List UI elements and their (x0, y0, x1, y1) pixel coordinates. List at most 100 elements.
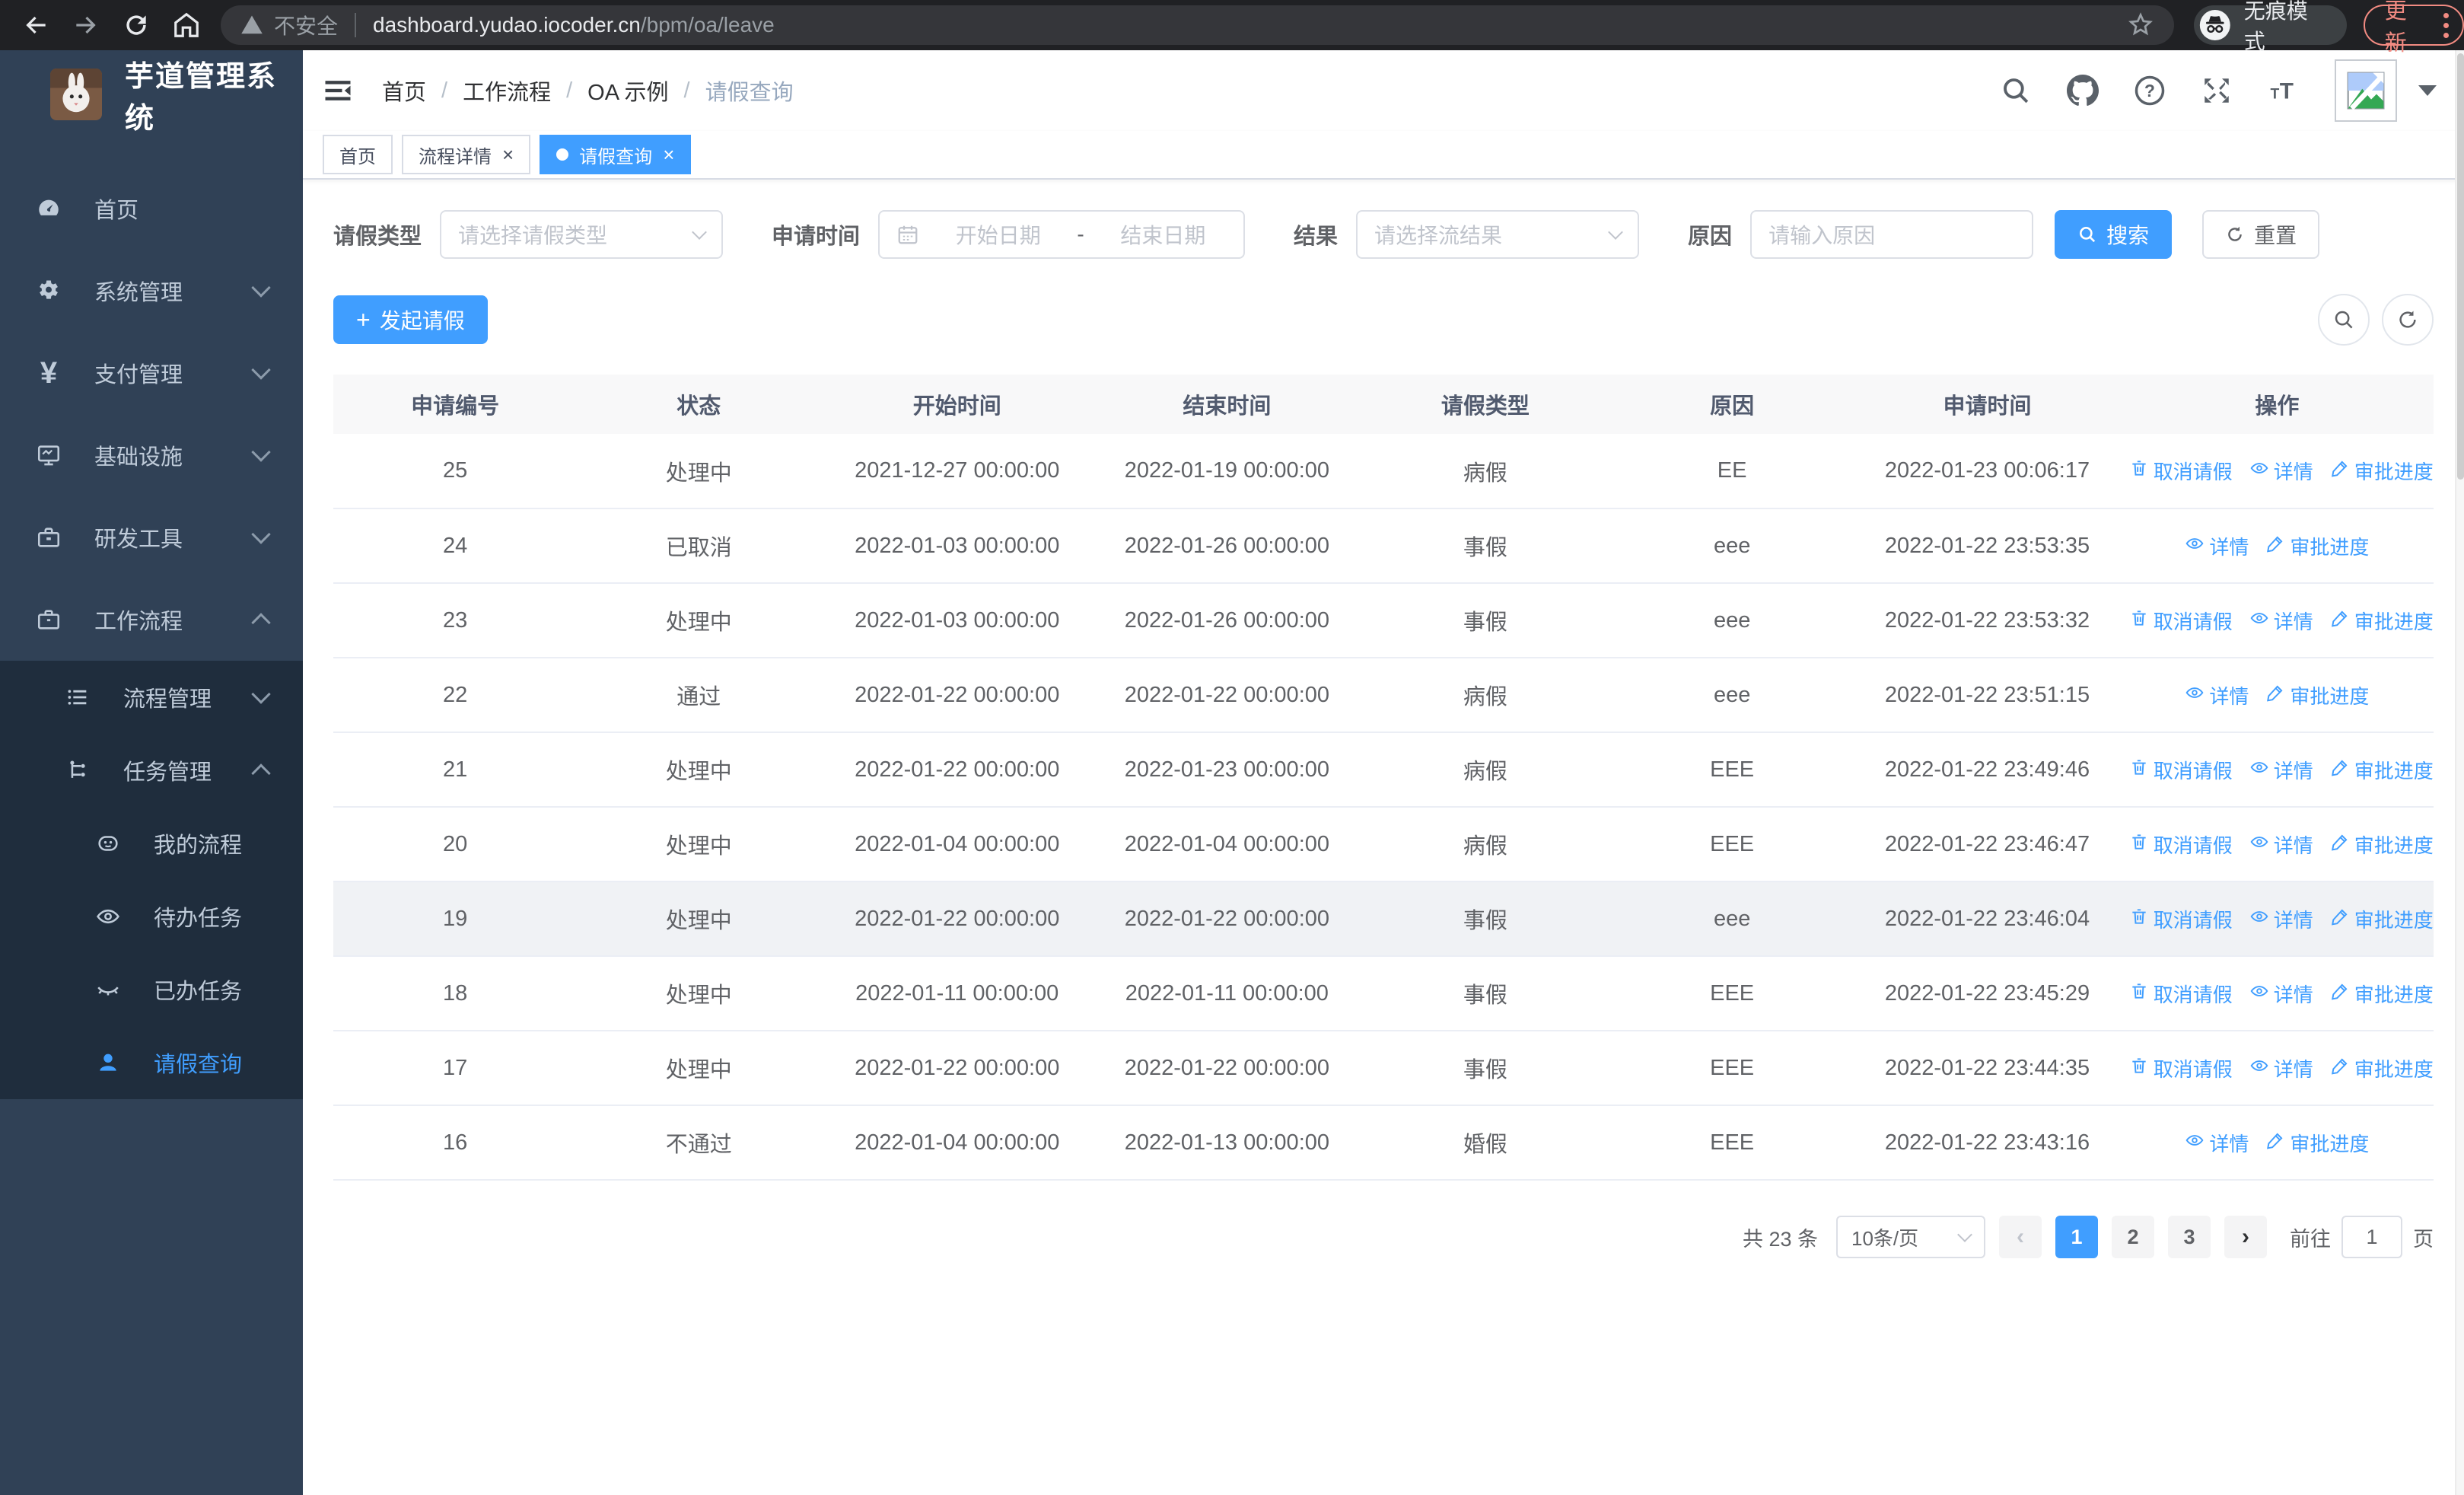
progress-action-link[interactable]: 审批进度 (2330, 756, 2434, 784)
cancel-action-link[interactable]: 取消请假 (2129, 830, 2233, 859)
breadcrumb-item-home[interactable]: 首页 (382, 75, 426, 107)
toggle-search-button[interactable] (2318, 294, 2370, 346)
browser-update-button[interactable]: 更新 (2363, 0, 2464, 56)
tab-home[interactable]: 首页 (323, 135, 393, 174)
cancel-action-link[interactable]: 取消请假 (2129, 457, 2233, 485)
page-scrollbar[interactable] (2455, 50, 2464, 1495)
page-size-select[interactable]: 10条/页 (1836, 1216, 1985, 1258)
sidebar-item-task-management[interactable]: 任务管理 (0, 734, 303, 807)
sidebar-item-my-processes[interactable]: 我的流程 (0, 807, 303, 880)
eye-icon (2185, 683, 2205, 708)
detail-action-link[interactable]: 详情 (2185, 532, 2249, 560)
detail-action-link[interactable]: 详情 (2249, 905, 2313, 933)
detail-action-link[interactable]: 详情 (2249, 980, 2313, 1008)
progress-action-link[interactable]: 审批进度 (2265, 681, 2369, 709)
cancel-action-link[interactable]: 取消请假 (2129, 607, 2233, 635)
pagination-next-button[interactable]: › (2224, 1216, 2267, 1258)
address-bar[interactable]: 不安全 dashboard.yudao.iocoder.cn/bpm/oa/le… (221, 5, 2175, 45)
avatar-dropdown-caret[interactable] (2418, 85, 2437, 96)
action-label: 审批进度 (2354, 1057, 2434, 1081)
help-icon[interactable]: ? (2134, 75, 2166, 107)
cancel-action-link[interactable]: 取消请假 (2129, 905, 2233, 933)
sidebar-item-infrastructure[interactable]: 基础设施 (0, 414, 303, 496)
bookmark-star-icon[interactable] (2127, 11, 2154, 39)
user-avatar[interactable] (2335, 59, 2397, 122)
detail-action-link[interactable]: 详情 (2249, 457, 2313, 485)
progress-action-link[interactable]: 审批进度 (2330, 905, 2434, 933)
sidebar-item-todo-tasks[interactable]: 待办任务 (0, 880, 303, 953)
svg-text:?: ? (2144, 81, 2155, 100)
leave-type-select[interactable]: 请选择请假类型 (440, 210, 724, 259)
progress-action-link[interactable]: 审批进度 (2265, 1129, 2369, 1157)
search-button[interactable]: 搜索 (2055, 210, 2173, 259)
sidebar-item-process-management[interactable]: 流程管理 (0, 661, 303, 734)
browser-home-icon[interactable] (172, 11, 201, 40)
action-label: 详情 (2273, 759, 2313, 783)
progress-action-link[interactable]: 审批进度 (2330, 607, 2434, 635)
github-icon[interactable] (2067, 75, 2099, 107)
sidebar-item-label: 首页 (94, 199, 139, 223)
reset-button[interactable]: 重置 (2202, 210, 2320, 259)
apply-time-range-input[interactable]: 开始日期 - 结束日期 (878, 210, 1246, 259)
progress-action-link[interactable]: 审批进度 (2330, 980, 2434, 1008)
detail-action-link[interactable]: 详情 (2249, 756, 2313, 784)
pagination-page-1[interactable]: 1 (2055, 1216, 2098, 1258)
reason-input[interactable]: 请输入原因 (1750, 210, 2034, 259)
action-label: 详情 (2209, 535, 2249, 559)
fullscreen-icon[interactable] (2201, 75, 2233, 107)
column-header: 状态 (577, 375, 821, 434)
pagination-total: 共 23 条 (1742, 1227, 1818, 1251)
breadcrumb-item-oa-example[interactable]: OA 示例 (587, 75, 668, 107)
breadcrumb-item-workflow[interactable]: 工作流程 (463, 75, 551, 107)
sidebar-item-dev-tools[interactable]: 研发工具 (0, 496, 303, 579)
create-leave-button[interactable]: + 发起请假 (333, 295, 488, 344)
sidebar-item-leave-query[interactable]: 请假查询 (0, 1026, 303, 1099)
action-label: 详情 (2209, 1132, 2249, 1156)
tab-close-icon[interactable]: × (502, 145, 514, 164)
browser-reload-icon[interactable] (122, 11, 151, 40)
cell-reason: eee (1610, 881, 1854, 957)
cancel-action-link[interactable]: 取消请假 (2129, 1054, 2233, 1082)
action-label: 详情 (2273, 1057, 2313, 1081)
sidebar-item-system-management[interactable]: 系统管理 (0, 250, 303, 332)
font-size-icon[interactable]: TT (2268, 75, 2300, 107)
action-label: 详情 (2273, 610, 2313, 633)
scrollbar-thumb[interactable] (2457, 53, 2464, 480)
refresh-table-button[interactable] (2382, 294, 2434, 346)
progress-action-link[interactable]: 审批进度 (2330, 830, 2434, 859)
pagination-prev-button[interactable]: ‹ (1999, 1216, 2042, 1258)
search-icon[interactable] (2000, 75, 2032, 107)
progress-action-link[interactable]: 审批进度 (2330, 457, 2434, 485)
tab-process-detail[interactable]: 流程详情 × (402, 135, 531, 174)
progress-action-link[interactable]: 审批进度 (2330, 1054, 2434, 1082)
detail-action-link[interactable]: 详情 (2185, 681, 2249, 709)
tab-close-icon[interactable]: × (663, 145, 674, 164)
sidebar-item-workflow[interactable]: 工作流程 (0, 579, 303, 661)
detail-action-link[interactable]: 详情 (2249, 607, 2313, 635)
eye-icon (2249, 757, 2269, 783)
sidebar-item-label: 研发工具 (94, 528, 183, 552)
cancel-action-link[interactable]: 取消请假 (2129, 756, 2233, 784)
pagination-page-3[interactable]: 3 (2168, 1216, 2211, 1258)
cancel-action-link[interactable]: 取消请假 (2129, 980, 2233, 1008)
pagination-page-2[interactable]: 2 (2112, 1216, 2154, 1258)
browser-forward-icon[interactable] (72, 11, 100, 40)
browser-back-icon[interactable] (21, 11, 50, 40)
result-select[interactable]: 请选择流结果 (1356, 210, 1640, 259)
goto-page-input[interactable] (2341, 1216, 2402, 1258)
detail-action-link[interactable]: 详情 (2249, 830, 2313, 859)
progress-action-link[interactable]: 审批进度 (2265, 532, 2369, 560)
browser-menu-icon[interactable] (2443, 12, 2449, 38)
sidebar-collapse-icon[interactable] (321, 74, 355, 107)
detail-action-link[interactable]: 详情 (2249, 1054, 2313, 1082)
sidebar-item-payment-management[interactable]: ¥ 支付管理 (0, 332, 303, 414)
tab-leave-query[interactable]: 请假查询 × (540, 135, 692, 174)
sidebar-item-done-tasks[interactable]: 已办任务 (0, 953, 303, 1026)
reset-button-label: 重置 (2254, 224, 2297, 247)
url-host: dashboard.yudao.iocoder.cn (373, 13, 641, 37)
app-logo-row[interactable]: 芋道管理系统 (0, 50, 303, 139)
detail-action-link[interactable]: 详情 (2185, 1129, 2249, 1157)
sidebar-item-home[interactable]: 首页 (0, 167, 303, 250)
action-label: 详情 (2273, 461, 2313, 483)
security-warning[interactable]: 不安全 (240, 10, 338, 40)
